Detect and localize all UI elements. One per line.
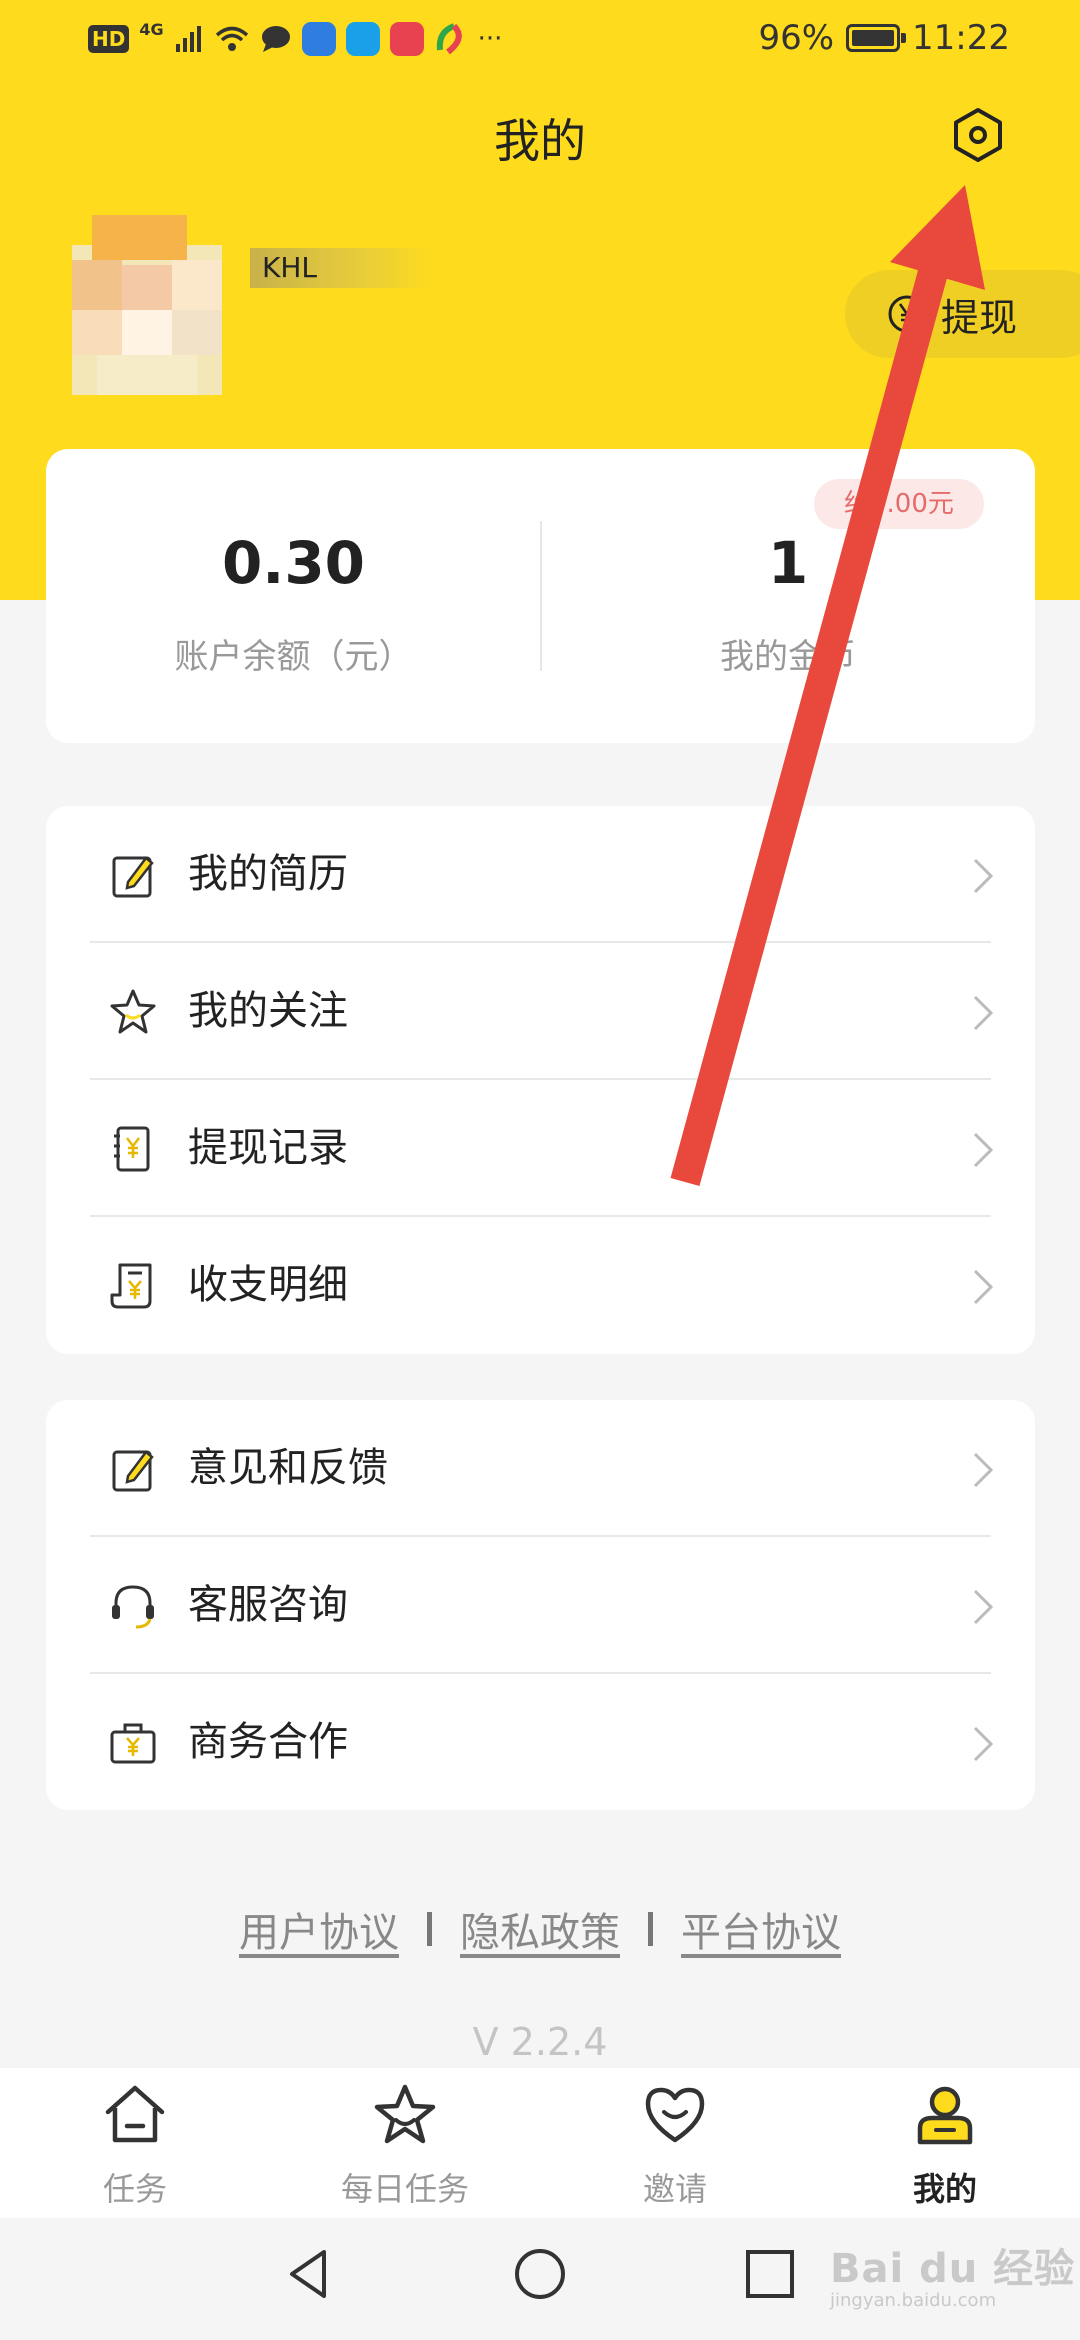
- annotation-arrow-icon: [670, 185, 985, 1186]
